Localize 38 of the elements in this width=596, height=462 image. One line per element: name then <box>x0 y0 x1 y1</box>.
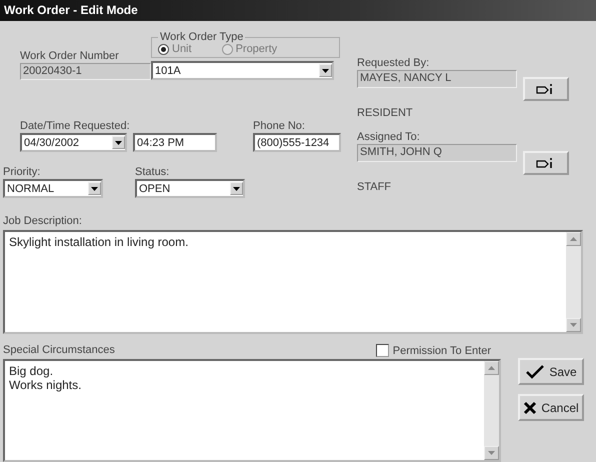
checkbox[interactable]: Permission To Enter <box>376 344 491 357</box>
field-label: Phone No: <box>253 120 306 133</box>
person-role: RESIDENT <box>357 107 414 119</box>
job-description-field[interactable]: Skylight installation in living room. <box>3 230 583 334</box>
x-mark-icon <box>523 400 538 414</box>
field-label: Requested By: <box>357 57 430 70</box>
group-label: Work Order Type <box>159 31 244 43</box>
field-label: Work Order Number <box>20 50 120 63</box>
scroll-up-icon <box>566 232 581 246</box>
lookup-button[interactable] <box>523 151 569 175</box>
field-label: Status: <box>135 166 170 179</box>
window-title: Work Order - Edit Mode <box>0 0 596 21</box>
priority-dropdown[interactable]: NORMAL <box>3 179 103 198</box>
cancel-button[interactable]: Cancel <box>518 394 584 421</box>
scrollbar[interactable] <box>566 232 581 332</box>
work-order-number-field: 20020430-1 <box>20 63 151 80</box>
scroll-up-icon <box>484 361 499 375</box>
field-label: Special Circumstances <box>3 344 115 357</box>
save-button[interactable]: Save <box>518 358 584 385</box>
person-name-field: MAYES, NANCY L <box>357 70 517 88</box>
field-label: Assigned To: <box>357 131 421 144</box>
radio-label: Property <box>236 43 278 55</box>
field-label: Job Description: <box>3 215 83 228</box>
time-field[interactable]: 04:23 PM <box>133 133 217 152</box>
phone-field[interactable]: (800)555-1234 <box>253 133 341 152</box>
radio-label: Unit <box>172 43 192 55</box>
special-circumstances-field[interactable]: Big dog. Works nights. <box>3 359 501 462</box>
scrollbar[interactable] <box>484 361 499 460</box>
person-role: STAFF <box>357 181 392 193</box>
date-dropdown[interactable]: 04/30/2002 <box>20 133 127 152</box>
field-label: Date/Time Requested: <box>20 120 131 133</box>
checkmark-icon <box>525 364 546 378</box>
person-name-field: SMITH, JOHN Q <box>357 144 517 162</box>
field-label: Priority: <box>3 166 42 179</box>
status-dropdown[interactable]: OPEN <box>135 179 245 198</box>
scroll-down-icon <box>484 446 499 460</box>
lookup-button[interactable] <box>523 77 569 101</box>
scroll-down-icon <box>566 318 581 332</box>
